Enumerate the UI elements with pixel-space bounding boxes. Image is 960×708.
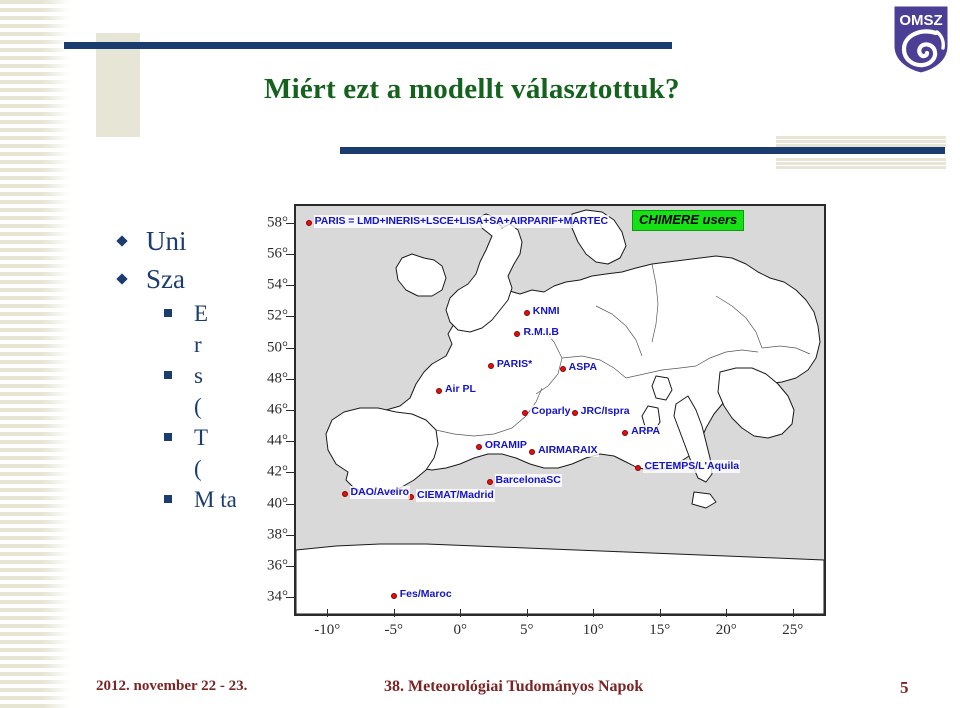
station-label: CETEMPS/L'Aquila — [643, 459, 741, 473]
y-axis-tick-mark — [286, 222, 294, 224]
station-label: R.M.I.B — [522, 325, 561, 339]
y-axis-tick-label: 50° — [267, 339, 288, 356]
y-axis-tick-mark — [286, 503, 294, 505]
y-axis-tick-mark — [286, 597, 294, 599]
station-dot-icon — [486, 478, 493, 485]
station-dot-icon — [305, 219, 312, 226]
y-axis-tick-mark — [286, 378, 294, 380]
beige-accent-block-right-upper — [776, 136, 946, 147]
station-dot-icon — [523, 310, 530, 317]
title-underline-rule — [340, 147, 945, 154]
x-axis-tick-label: 5° — [520, 622, 534, 638]
station-label: AIRMARAIX — [537, 444, 599, 458]
y-axis-tick-label: 34° — [267, 588, 288, 605]
y-axis-tick-label: 44° — [267, 432, 288, 449]
x-axis-tick-label: 20° — [715, 622, 737, 638]
station-label: ASPA — [567, 361, 599, 375]
x-axis-tick-mark — [393, 609, 395, 617]
x-axis-tick-label: -5° — [384, 622, 404, 638]
page-number: 5 — [900, 678, 909, 697]
y-axis-tick-label: 56° — [267, 245, 288, 262]
svg-text:OMSZ: OMSZ — [899, 12, 942, 29]
y-axis-tick-mark — [286, 441, 294, 443]
station-label: ARPA — [630, 425, 662, 439]
station-dot-icon — [341, 491, 348, 498]
station-label: ORAMIP — [483, 439, 528, 453]
y-axis-tick-mark — [286, 566, 294, 568]
station-dot-icon — [514, 330, 521, 337]
x-axis-tick-mark — [327, 609, 329, 617]
y-axis-tick-mark — [286, 253, 294, 255]
x-axis-tick-mark — [460, 609, 462, 617]
station-label: DAO/Aveiro — [349, 486, 411, 500]
station-dot-icon — [390, 592, 397, 599]
left-stripes-fade — [0, 0, 70, 708]
y-axis-tick-label: 40° — [267, 495, 288, 512]
x-axis-tick-mark — [659, 609, 661, 617]
x-axis-tick-mark — [526, 609, 528, 617]
y-axis-tick-mark — [286, 347, 294, 349]
station-label: CIEMAT/Madrid — [416, 489, 495, 503]
y-axis-tick-mark — [286, 472, 294, 474]
x-axis-tick-mark — [593, 609, 595, 617]
x-axis-tick-label: 0° — [453, 622, 468, 638]
x-axis-tick-mark — [792, 609, 794, 617]
y-axis-tick-label: 54° — [267, 276, 288, 293]
station-label: Fes/Maroc — [398, 587, 453, 601]
chimere-users-badge: CHIMERE users — [632, 210, 745, 231]
y-axis-tick-mark — [286, 285, 294, 287]
x-axis-tick-label: 10° — [582, 622, 604, 638]
y-axis-tick-label: 42° — [267, 463, 288, 480]
station-dot-icon — [571, 410, 578, 417]
footer-event: 38. Meteorológiai Tudományos Napok — [384, 678, 644, 695]
y-axis-tick-mark — [286, 316, 294, 318]
x-axis-tick-label: 15° — [649, 622, 671, 638]
x-axis-tick-label: -10° — [314, 622, 341, 638]
x-axis-tick-mark — [726, 609, 728, 617]
station-label: BarcelonaSC — [494, 473, 562, 487]
x-axis-tick-label: 25° — [782, 622, 804, 638]
station-label: PARIS = LMD+INERIS+LSCE+LISA+SA+AIRPARIF… — [313, 214, 609, 228]
y-axis-tick-mark — [286, 410, 294, 411]
page-title: Miért ezt a modellt választottuk? — [264, 73, 680, 105]
station-label: Coparly — [530, 405, 572, 419]
y-axis-tick-label: 52° — [267, 307, 288, 324]
header-rule — [64, 42, 672, 49]
chimere-users-map: CHIMERE users 58° 56° 54° 52° 50° 48° 46° 44° 42… — [236, 190, 836, 638]
station-label: JRC/Ispra — [579, 405, 631, 419]
omsz-logo: OMSZ — [890, 2, 952, 76]
y-axis-tick-label: 58° — [267, 214, 288, 231]
footer-date: 2012. november 22 - 23. — [96, 678, 248, 694]
y-axis-tick-label: 46° — [267, 401, 288, 418]
y-axis-tick-label: 36° — [267, 557, 288, 574]
y-axis-tick-label: 38° — [267, 526, 288, 543]
y-axis-tick-mark — [286, 534, 294, 536]
y-axis-tick-label: 48° — [267, 370, 288, 387]
station-label: KNMI — [531, 305, 561, 319]
station-label: PARIS* — [495, 358, 534, 372]
station-label: Air PL — [443, 383, 477, 397]
beige-accent-block-right-lower — [776, 158, 946, 170]
